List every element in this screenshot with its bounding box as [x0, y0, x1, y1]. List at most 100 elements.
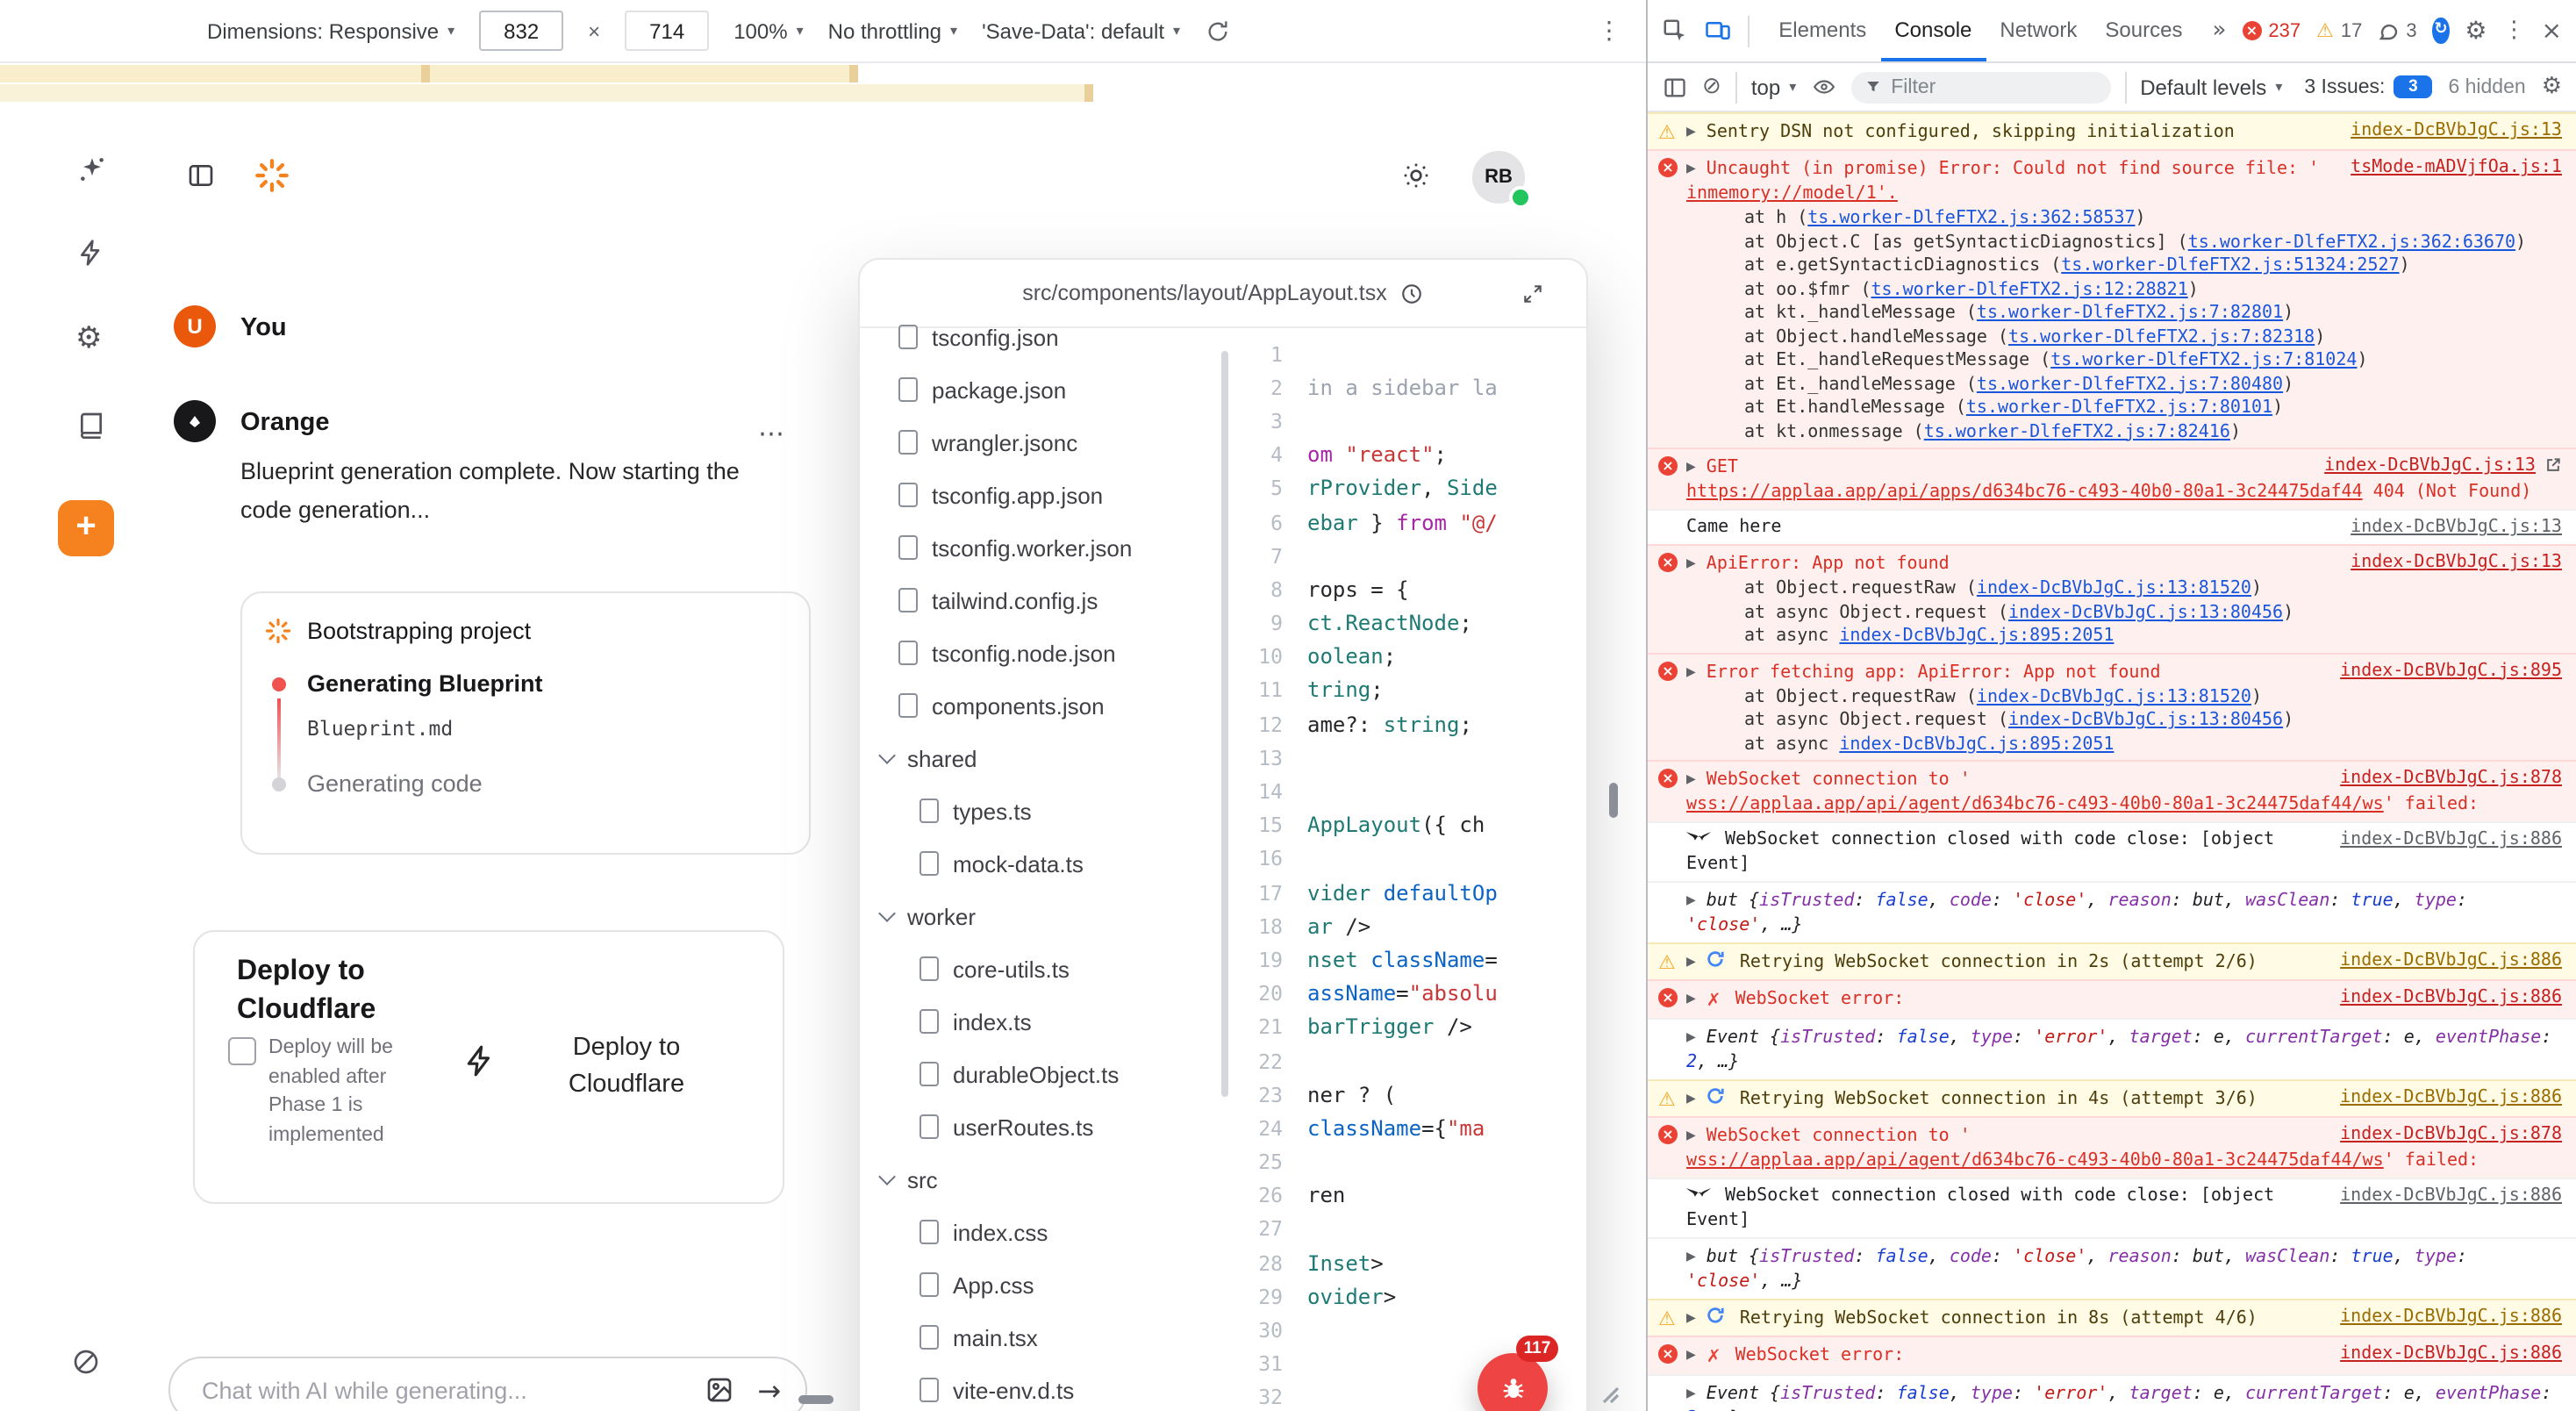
viewport-resize-handle-bottom[interactable] [798, 1395, 834, 1404]
expand-caret-icon[interactable]: ▶ [1686, 551, 1696, 576]
expand-caret-icon[interactable]: ▶ [1686, 1381, 1696, 1406]
expand-caret-icon[interactable]: ▶ [1686, 156, 1696, 181]
console-source-link[interactable]: index-DcBVbJgC.js:886 [2340, 828, 2562, 853]
file-row[interactable]: components.json [860, 679, 1230, 732]
file-row[interactable]: package.json [860, 363, 1230, 416]
chat-input[interactable]: Chat with AI while generating... → [168, 1357, 807, 1411]
file-row[interactable]: vite-env.d.ts [860, 1364, 1230, 1411]
send-arrow-icon[interactable]: → [757, 1373, 781, 1407]
devtools-close-icon[interactable]: × [2542, 17, 2562, 45]
console-source-link[interactable]: index-DcBVbJgC.js:886 [2340, 1343, 2562, 1367]
file-row[interactable]: tsconfig.node.json [860, 627, 1230, 679]
code-line[interactable]: 8rops = { [1230, 573, 1586, 606]
code-line[interactable]: 1 [1230, 337, 1586, 370]
code-line[interactable]: 22 [1230, 1044, 1586, 1078]
console-source-link[interactable]: index-DcBVbJgC.js:895 [2340, 659, 2562, 684]
stack-link[interactable]: index-DcBVbJgC.js:895:2051 [1839, 627, 2114, 646]
file-row[interactable]: shared [860, 732, 1230, 784]
expand-caret-icon[interactable]: ▶ [1686, 888, 1696, 913]
throttling-select[interactable]: No throttling ▾ [828, 18, 957, 43]
devtools-error-count[interactable]: 237 [2268, 20, 2301, 41]
console-source-link[interactable]: index-DcBVbJgC.js:886 [2340, 986, 2562, 1011]
stack-link[interactable]: ts.worker-DlfeFTX2.js:7:81024 [2050, 351, 2357, 370]
tab-console[interactable]: Console [1880, 0, 1986, 61]
code-line[interactable]: 12ame?: string; [1230, 707, 1586, 741]
file-row[interactable]: main.tsx [860, 1311, 1230, 1364]
history-clock-icon[interactable] [1401, 282, 1424, 304]
expand-caret-icon[interactable]: ▶ [1686, 1343, 1696, 1367]
code-line[interactable]: 7 [1230, 539, 1586, 572]
console-source-link[interactable]: index-DcBVbJgC.js:886 [2340, 1185, 2562, 1209]
stack-link[interactable]: ts.worker-DlfeFTX2.js:7:82416 [1924, 422, 2230, 441]
deploy-button[interactable]: Deploy to Cloudflare [542, 1030, 711, 1104]
console-source-link[interactable]: index-DcBVbJgC.js:878 [2340, 1123, 2562, 1148]
file-row[interactable]: tsconfig.json [860, 311, 1230, 363]
console-source-link[interactable]: index-DcBVbJgC.js:13 [2351, 551, 2562, 576]
dimensions-select[interactable]: Dimensions: Responsive ▾ [207, 18, 454, 43]
console-settings-icon[interactable]: ⚙ [2542, 74, 2562, 100]
file-row[interactable]: wrangler.jsonc [860, 416, 1230, 469]
code-line[interactable]: 16 [1230, 842, 1586, 876]
stack-link[interactable]: ts.worker-DlfeFTX2.js:7:82801 [1977, 304, 2283, 323]
file-row[interactable]: types.ts [860, 784, 1230, 837]
code-line[interactable]: 23ner ? ( [1230, 1078, 1586, 1111]
expand-caret-icon[interactable]: ▶ [1686, 1306, 1696, 1330]
code-line[interactable]: 29ovider> [1230, 1280, 1586, 1314]
zap-icon[interactable] [77, 239, 105, 267]
file-row[interactable]: index.css [860, 1206, 1230, 1258]
sparkle-icon[interactable] [77, 154, 107, 184]
log-levels-select[interactable]: Default levels ▾ [2140, 75, 2282, 99]
issues-label[interactable]: 3 Issues: [2304, 76, 2385, 97]
eye-icon[interactable] [1810, 75, 1836, 98]
code-line[interactable]: 6ebar } from "@/ [1230, 505, 1586, 539]
tab-network[interactable]: Network [1986, 0, 2091, 61]
console-source-link[interactable]: index-DcBVbJgC.js:878 [2340, 767, 2562, 791]
console-source-link[interactable]: index-DcBVbJgC.js:13 [2351, 119, 2562, 144]
console-filter-input[interactable]: Filter [1850, 71, 2110, 103]
code-line[interactable]: 25 [1230, 1145, 1586, 1178]
expand-caret-icon[interactable]: ▶ [1686, 949, 1696, 974]
stack-link[interactable]: ts.worker-DlfeFTX2.js:362:63670 [2188, 233, 2515, 252]
file-row[interactable]: src [860, 1153, 1230, 1206]
devtools-message-count[interactable]: 3 [2406, 20, 2416, 41]
console-source-link[interactable]: index-DcBVbJgC.js:13 [2351, 516, 2562, 541]
file-row[interactable]: durableObject.ts [860, 1048, 1230, 1100]
new-chat-button[interactable]: + [58, 500, 114, 556]
gear-icon[interactable]: ⚙ [75, 321, 103, 356]
expand-caret-icon[interactable]: ▶ [1686, 986, 1696, 1011]
viewport-resize-handle-corner[interactable] [1595, 1379, 1620, 1404]
code-editor[interactable]: 12in a sidebar la34om "react";5rProvider… [1230, 328, 1586, 1411]
code-line[interactable]: 27 [1230, 1213, 1586, 1246]
viewport-width-input[interactable]: 832 [479, 11, 563, 51]
code-line[interactable]: 2in a sidebar la [1230, 370, 1586, 404]
stack-link[interactable]: ts.worker-DlfeFTX2.js:7:80101 [1966, 398, 2272, 418]
file-row[interactable]: App.css [860, 1258, 1230, 1311]
code-line[interactable]: 5rProvider, Side [1230, 472, 1586, 505]
stack-link[interactable]: index-DcBVbJgC.js:13:80456 [2008, 711, 2283, 730]
devtools-warning-count[interactable]: 17 [2341, 20, 2363, 41]
sidebar-toggle-icon[interactable] [186, 161, 216, 190]
code-line[interactable]: 18ar /> [1230, 909, 1586, 942]
stack-link[interactable]: ts.worker-DlfeFTX2.js:362:58537 [1807, 209, 2135, 228]
code-line[interactable]: 24className={"ma [1230, 1112, 1586, 1145]
rotate-device-icon[interactable] [1205, 18, 1229, 43]
slash-circle-icon[interactable] [72, 1348, 100, 1376]
stack-link[interactable]: index-DcBVbJgC.js:13:81520 [1977, 687, 2251, 706]
code-line[interactable]: 15AppLayout({ ch [1230, 808, 1586, 842]
code-line[interactable]: 11tring; [1230, 674, 1586, 707]
device-toolbar-menu-icon[interactable]: ⋮ [1597, 17, 1621, 45]
zoom-select[interactable]: 100% ▾ [733, 18, 803, 43]
console-source-link[interactable]: index-DcBVbJgC.js:886 [2340, 949, 2562, 974]
expand-caret-icon[interactable]: ▶ [1686, 1086, 1696, 1111]
code-line[interactable]: 13 [1230, 741, 1586, 775]
code-line[interactable]: 26ren [1230, 1178, 1586, 1212]
console-source-link[interactable]: tsMode-mADVjfOa.js:1 [2351, 156, 2562, 181]
expand-caret-icon[interactable]: ▶ [1686, 1025, 1696, 1049]
code-line[interactable]: 9ct.ReactNode; [1230, 606, 1586, 640]
expand-caret-icon[interactable]: ▶ [1686, 1123, 1696, 1148]
clear-console-icon[interactable]: ⊘ [1702, 74, 1721, 100]
viewport-resize-handle-right[interactable] [1609, 783, 1618, 818]
more-tabs-icon[interactable]: » [2212, 18, 2226, 44]
expand-panel-icon[interactable] [1521, 282, 1544, 304]
code-line[interactable]: 21barTrigger /> [1230, 1011, 1586, 1044]
